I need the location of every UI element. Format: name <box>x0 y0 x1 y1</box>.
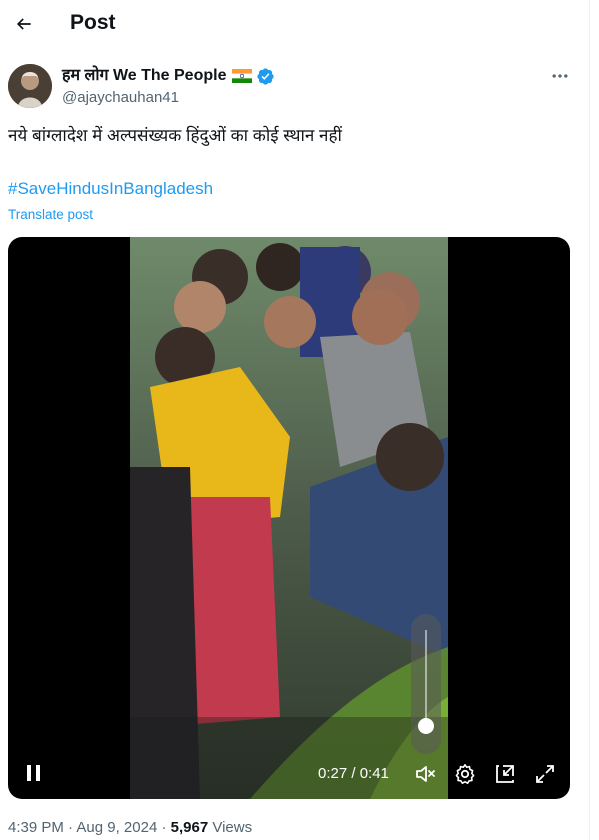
page-header: Post <box>0 0 599 48</box>
meta-separator: · <box>68 819 74 836</box>
post-date[interactable]: Aug 9, 2024 <box>76 819 157 836</box>
hashtag-link[interactable]: #SaveHindusInBangladesh <box>8 177 213 201</box>
back-button[interactable] <box>8 8 40 40</box>
settings-button[interactable] <box>453 762 477 786</box>
picture-in-picture-icon <box>496 765 514 783</box>
author-handle[interactable]: @ajaychauhan41 <box>62 89 179 107</box>
india-flag-icon <box>232 69 253 83</box>
picture-in-picture-button[interactable] <box>493 762 517 786</box>
verified-badge-icon[interactable] <box>256 67 275 86</box>
author-display-name[interactable]: हम लोग We The People <box>62 66 226 86</box>
video-time: 0:27 / 0:41 <box>318 765 389 782</box>
pause-button[interactable] <box>22 761 46 785</box>
avatar[interactable] <box>8 64 52 108</box>
timeline-border <box>589 0 590 840</box>
views-count: 5,967 <box>170 819 209 836</box>
page-title: Post <box>70 11 116 34</box>
post-meta: 4:39 PM · Aug 9, 2024 · 5,967 Views <box>8 818 252 838</box>
pause-icon <box>27 765 40 781</box>
arrow-left-icon <box>16 18 31 30</box>
post-text: नये बांग्लादेश में अल्पसंख्यक हिंदुओं का… <box>8 126 342 145</box>
views-label: Views <box>212 819 253 836</box>
volume-handle[interactable] <box>418 718 434 734</box>
volume-slider[interactable] <box>411 614 441 754</box>
author-name-row[interactable]: हम लोग We The People <box>62 66 275 86</box>
more-options-button[interactable] <box>548 64 572 88</box>
mute-button[interactable] <box>413 762 437 786</box>
video-player[interactable]: 0:27 / 0:41 <box>8 237 570 799</box>
fullscreen-button[interactable] <box>533 762 557 786</box>
post-time[interactable]: 4:39 PM <box>8 819 64 836</box>
meta-separator: · <box>161 819 167 836</box>
gear-icon <box>455 764 475 784</box>
speaker-muted-icon <box>416 766 435 782</box>
expand-icon <box>536 765 554 783</box>
more-dots-icon <box>552 74 568 78</box>
video-frame[interactable] <box>130 237 448 799</box>
translate-post-link[interactable]: Translate post <box>8 206 93 224</box>
